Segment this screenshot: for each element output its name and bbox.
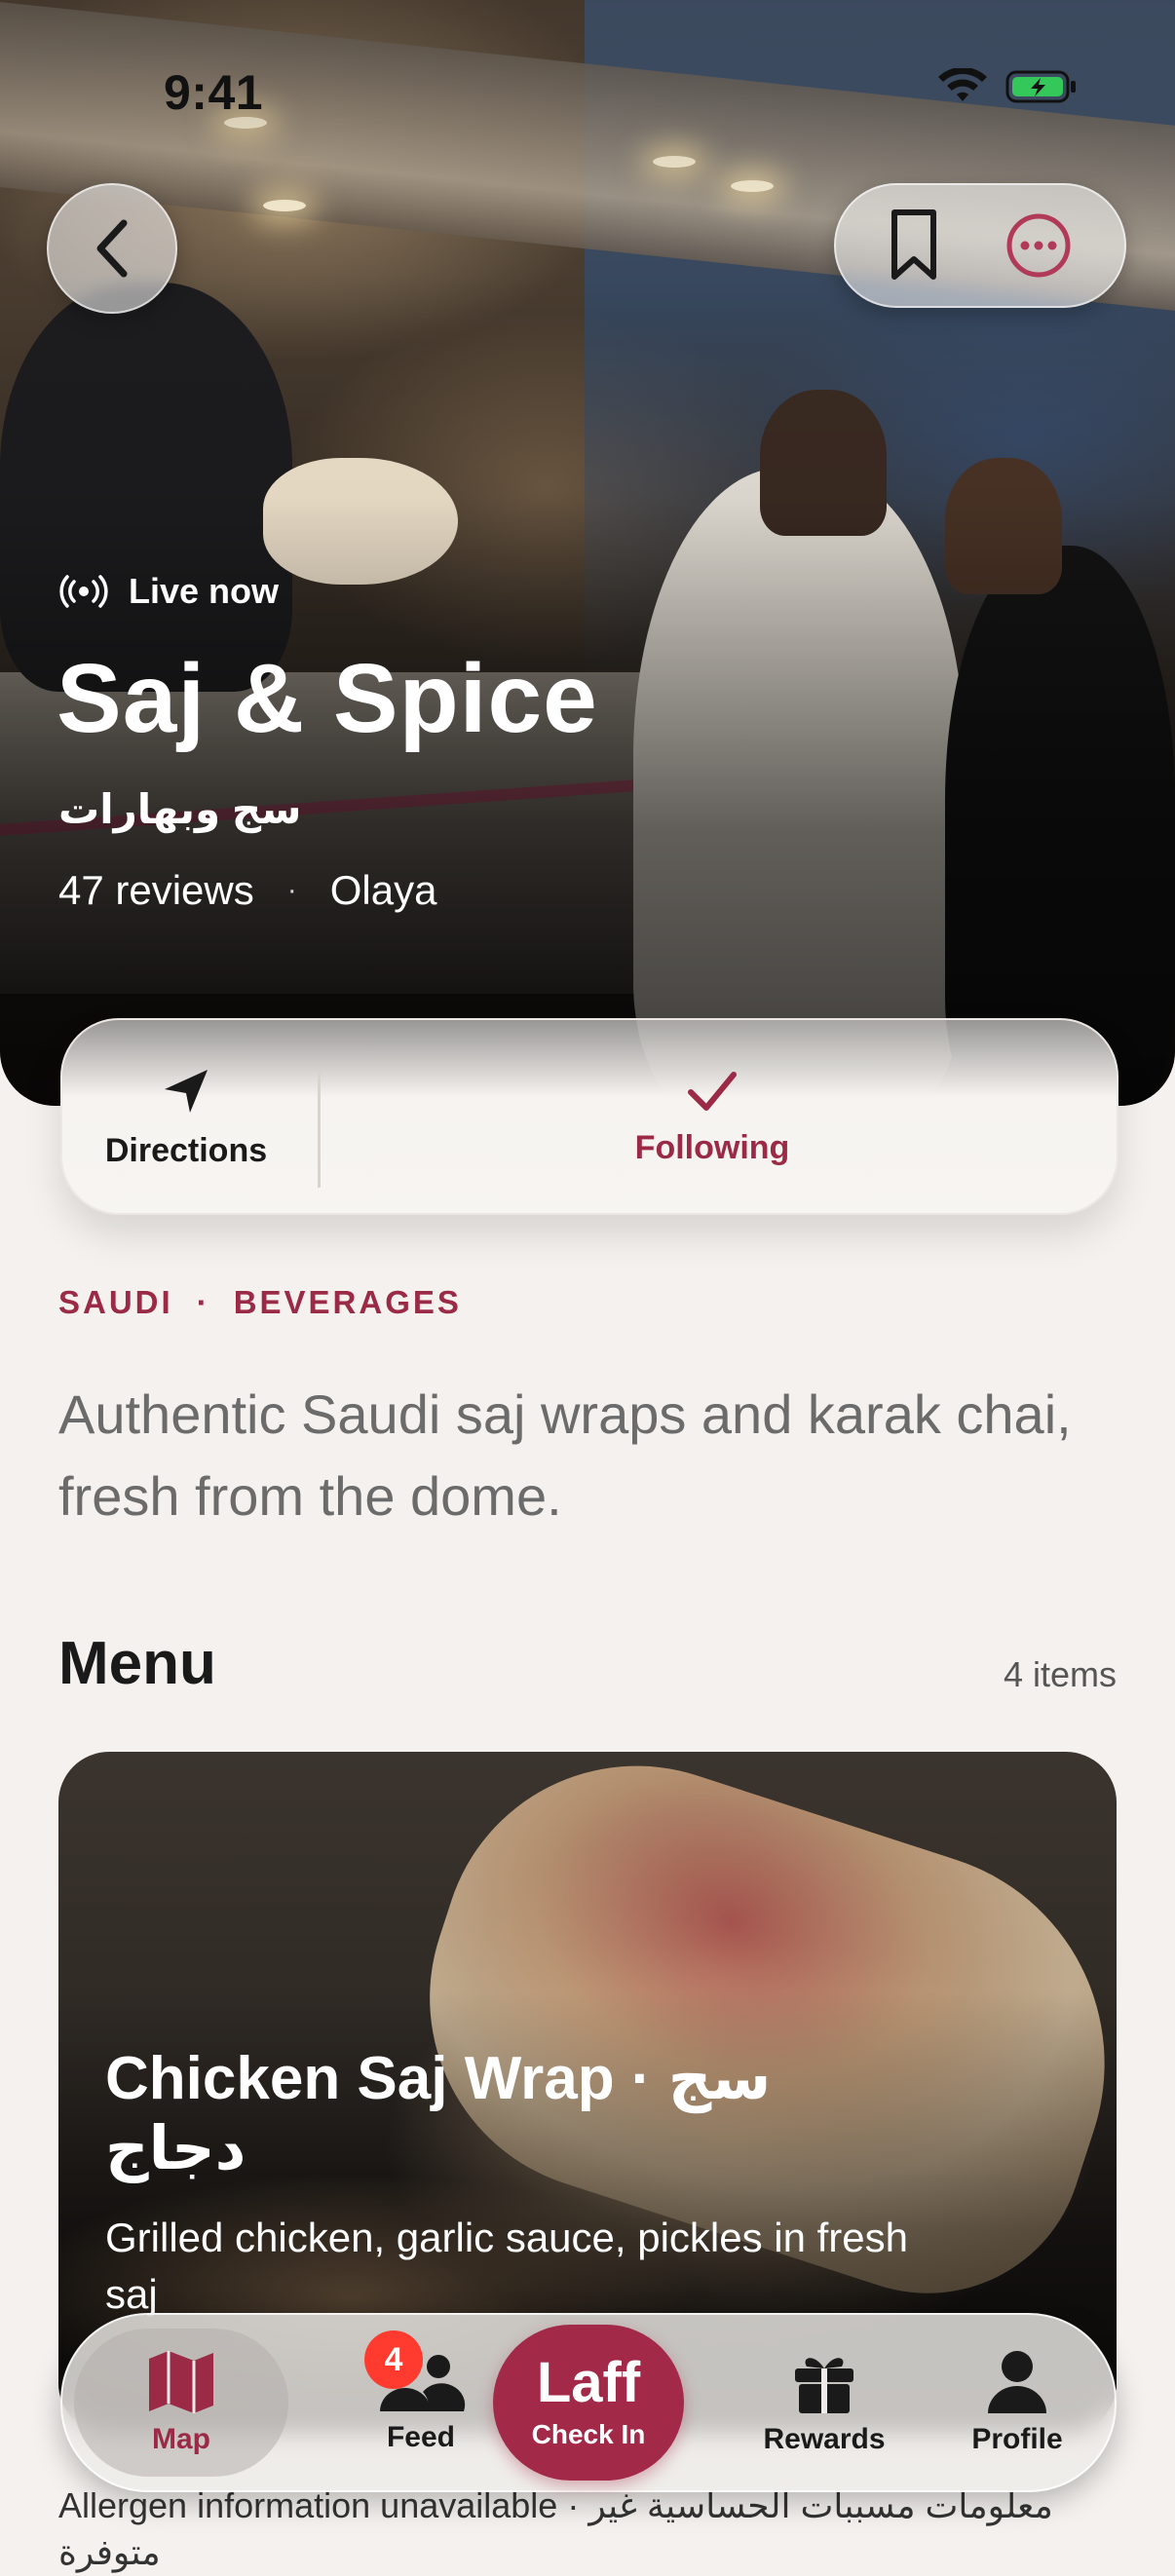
directions-button[interactable]: Directions bbox=[80, 1020, 292, 1213]
tab-profile[interactable]: Profile bbox=[920, 2315, 1115, 2490]
menu-item-count: 4 items bbox=[1003, 1654, 1117, 1694]
tab-feed[interactable]: Feed bbox=[323, 2315, 518, 2490]
live-indicator: Live now bbox=[58, 571, 279, 612]
meta-separator: · bbox=[286, 874, 297, 906]
check-in-brand: Laff bbox=[536, 2351, 641, 2414]
navigation-arrow-icon bbox=[165, 1069, 208, 1113]
action-divider bbox=[318, 1071, 321, 1188]
status-icons bbox=[937, 68, 1078, 105]
tab-rewards-label: Rewards bbox=[763, 2423, 886, 2455]
tab-map-label: Map bbox=[152, 2423, 210, 2455]
tag-cuisine: SAUDI bbox=[58, 1284, 173, 1320]
tag-category: BEVERAGES bbox=[233, 1284, 462, 1320]
header-actions bbox=[834, 183, 1126, 308]
battery-icon bbox=[1005, 70, 1076, 103]
map-icon bbox=[149, 2351, 213, 2413]
following-label: Following bbox=[634, 1128, 790, 1166]
location-label: Olaya bbox=[329, 867, 437, 913]
vendor-meta: 47 reviews · Olaya bbox=[58, 867, 436, 914]
live-broadcast-icon bbox=[59, 575, 108, 608]
directions-label: Directions bbox=[104, 1131, 268, 1169]
tab-map[interactable]: Map bbox=[74, 2315, 288, 2490]
reviews-link[interactable]: 47 reviews bbox=[58, 867, 254, 914]
feed-badge: 4 bbox=[364, 2330, 423, 2389]
status-bar: 9:41 bbox=[0, 0, 1175, 120]
vendor-title-arabic: سج وبهارات bbox=[58, 786, 302, 832]
checkmark-icon bbox=[688, 1071, 737, 1111]
check-in-label: Check In bbox=[531, 2419, 646, 2449]
tag-separator: · bbox=[196, 1284, 210, 1320]
tab-profile-label: Profile bbox=[971, 2423, 1063, 2455]
bookmark-icon[interactable] bbox=[887, 208, 941, 283]
status-time: 9:41 bbox=[164, 65, 264, 120]
menu-item-allergen: Allergen information unavailable · معلوم… bbox=[58, 2485, 1053, 2572]
hero-image bbox=[0, 0, 1175, 1106]
menu-item-description: Grilled chicken, garlic sauce, pickles i… bbox=[105, 2215, 909, 2317]
menu-heading: Menu bbox=[58, 1630, 216, 1697]
back-chevron-icon bbox=[96, 219, 128, 278]
more-icon[interactable] bbox=[1004, 210, 1074, 281]
check-in-button[interactable]: Laff Check In bbox=[493, 2325, 684, 2481]
action-card: Directions Following bbox=[60, 1018, 1118, 1215]
tab-rewards[interactable]: Rewards bbox=[727, 2315, 922, 2490]
vendor-description: Authentic Saudi saj wraps and karak chai… bbox=[58, 1383, 1072, 1527]
person-icon bbox=[988, 2351, 1046, 2413]
following-button[interactable]: Following bbox=[325, 1020, 1099, 1213]
menu-item-title: Chicken Saj Wrap · سج دجاج bbox=[105, 2045, 772, 2182]
vendor-title: Saj & Spice bbox=[57, 644, 598, 753]
hero-scrim bbox=[0, 0, 1175, 1106]
category-tags: SAUDI · BEVERAGES bbox=[58, 1284, 462, 1321]
live-label: Live now bbox=[129, 571, 280, 611]
back-button[interactable] bbox=[47, 183, 177, 314]
wifi-icon bbox=[938, 68, 987, 101]
tab-feed-label: Feed bbox=[386, 2421, 456, 2453]
gift-icon bbox=[795, 2358, 853, 2413]
